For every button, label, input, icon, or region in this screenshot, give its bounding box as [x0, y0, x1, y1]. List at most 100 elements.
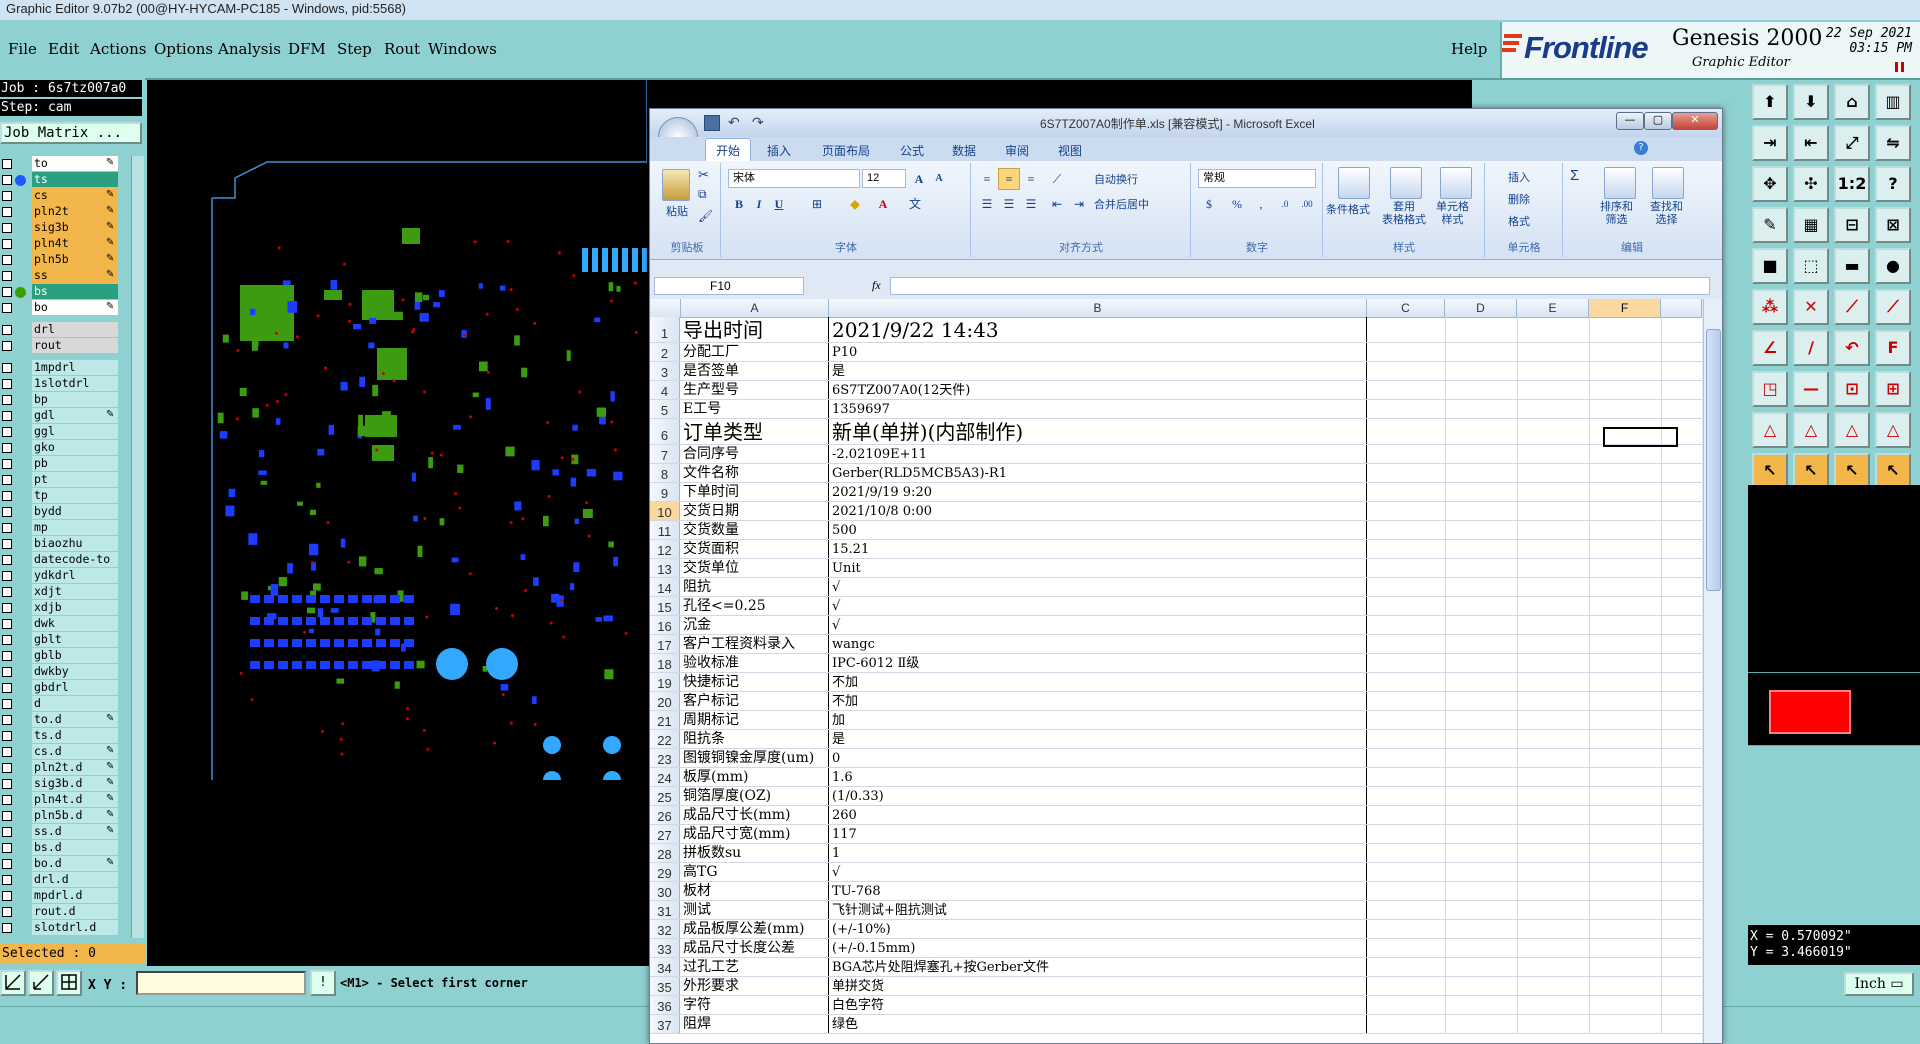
cell-value[interactable]: TU-768 — [829, 882, 1367, 900]
layer-checkbox[interactable] — [2, 811, 12, 821]
row-header[interactable]: 1 — [650, 317, 680, 342]
row-header[interactable]: 8 — [650, 464, 680, 482]
layer-row[interactable]: 1slotdrl — [0, 376, 118, 392]
row-header[interactable]: 33 — [650, 939, 680, 957]
layer-row[interactable]: ggl — [0, 424, 118, 440]
layer-checkbox[interactable] — [2, 271, 12, 281]
snap-tool-button[interactable] — [0, 970, 26, 996]
layer-list-scrollbar[interactable] — [131, 156, 144, 938]
currency-icon[interactable]: $ — [1198, 193, 1220, 215]
row-header[interactable]: 29 — [650, 863, 680, 881]
row-header[interactable]: 14 — [650, 578, 680, 596]
cell-label[interactable]: 过孔工艺 — [681, 958, 829, 976]
layer-name[interactable]: datecode-to — [32, 552, 118, 567]
menu-file[interactable]: File — [8, 40, 37, 58]
cell-label[interactable]: 交货面积 — [681, 540, 829, 558]
italic-button[interactable]: I — [748, 193, 770, 215]
layer-checkbox[interactable] — [2, 175, 12, 185]
cell-label[interactable]: 验收标准 — [681, 654, 829, 672]
job-matrix-button[interactable]: Job Matrix ... — [0, 122, 142, 144]
layer-checkbox[interactable] — [2, 379, 12, 389]
tab-view[interactable]: 视图 — [1058, 142, 1082, 159]
conditional-format-icon[interactable] — [1338, 167, 1370, 199]
align-right-icon[interactable]: ☰ — [1020, 193, 1042, 215]
layer-name[interactable]: bs.d — [32, 840, 118, 855]
column-header-e[interactable]: E — [1517, 299, 1589, 317]
layer-name[interactable]: bydd — [32, 504, 118, 519]
select-tool-button[interactable]: ■ — [1752, 248, 1788, 284]
cell-label[interactable]: 客户标记 — [681, 692, 829, 710]
cell-label[interactable]: 图镀铜镍金厚度(um) — [681, 749, 829, 767]
cell-value[interactable]: -2.02109E+11 — [829, 445, 1367, 463]
layer-row[interactable]: ss ✎ — [0, 268, 118, 284]
pointer-a-tool-button[interactable]: ↖ — [1752, 453, 1788, 489]
layer-row[interactable]: xdjb — [0, 600, 118, 616]
row-header[interactable]: 2 — [650, 343, 680, 361]
layer-checkbox[interactable] — [2, 859, 12, 869]
layer-checkbox[interactable] — [2, 731, 12, 741]
layer-name[interactable]: dwk — [32, 616, 118, 631]
minimize-button[interactable]: — — [1616, 112, 1644, 130]
select-all-corner[interactable] — [650, 299, 681, 317]
grid-toggle-tool-button[interactable]: ▦ — [1793, 207, 1829, 243]
layer-checkbox[interactable] — [2, 683, 12, 693]
cell-value[interactable]: 2021/10/8 0:00 — [829, 502, 1367, 520]
row-header[interactable]: 37 — [650, 1015, 680, 1033]
flip-tool-button[interactable]: ⇋ — [1875, 125, 1911, 161]
layer-row[interactable]: pb — [0, 456, 118, 472]
layer-checkbox[interactable] — [2, 287, 12, 297]
layer-row[interactable]: mpdrl.d — [0, 888, 118, 904]
menu-actions[interactable]: Actions — [90, 40, 146, 58]
decrease-decimal-icon[interactable]: .00 — [1296, 193, 1318, 215]
polygon-c-tool-button[interactable]: △ — [1834, 412, 1870, 448]
cell-label[interactable]: 成品板厚公差(mm) — [681, 920, 829, 938]
layer-name[interactable]: 1mpdrl — [32, 360, 118, 375]
pause-icon[interactable] — [1895, 62, 1898, 72]
cell-label[interactable]: 导出时间 — [681, 317, 829, 342]
layer-name[interactable]: gko — [32, 440, 118, 455]
cell-label[interactable]: 阻抗 — [681, 578, 829, 596]
row-header[interactable]: 19 — [650, 673, 680, 691]
layer-row[interactable]: biaozhu — [0, 536, 118, 552]
layer-checkbox[interactable] — [2, 303, 12, 313]
cut-icon[interactable]: ✂ — [698, 167, 709, 183]
cell-value[interactable]: (1/0.33) — [829, 787, 1367, 805]
column-header-c[interactable]: C — [1367, 299, 1445, 317]
cell-label[interactable]: 合同序号 — [681, 445, 829, 463]
layer-checkbox[interactable] — [2, 443, 12, 453]
cell-value[interactable]: 是 — [829, 362, 1367, 380]
layer-checkbox[interactable] — [2, 875, 12, 885]
cell-value[interactable]: 加 — [829, 711, 1367, 729]
cell-label[interactable]: 成品尺寸宽(mm) — [681, 825, 829, 843]
copy-tool-button[interactable]: ⊞ — [1875, 371, 1911, 407]
angle-tool-button[interactable]: ∠ — [1752, 330, 1788, 366]
fx-icon[interactable]: fx — [872, 278, 881, 293]
percent-icon[interactable]: % — [1226, 193, 1248, 215]
layer-row[interactable]: pln2t ✎ — [0, 204, 118, 220]
cell-label[interactable]: 高TG — [681, 863, 829, 881]
row-header[interactable]: 9 — [650, 483, 680, 501]
menu-step[interactable]: Step — [337, 40, 372, 58]
layer-name[interactable]: ydkdrl — [32, 568, 118, 583]
layer-name[interactable]: biaozhu — [32, 536, 118, 551]
row-header[interactable]: 24 — [650, 768, 680, 786]
align-bottom-icon[interactable]: ≡ — [1020, 168, 1042, 190]
format-painter-icon[interactable]: 🖌 — [698, 209, 713, 223]
layer-checkbox[interactable] — [2, 923, 12, 933]
cell-value[interactable]: 260 — [829, 806, 1367, 824]
row-header[interactable]: 26 — [650, 806, 680, 824]
layer-row[interactable]: gdl ✎ — [0, 408, 118, 424]
sort-filter-icon[interactable] — [1604, 167, 1636, 199]
layer-checkbox[interactable] — [2, 239, 12, 249]
layer-name[interactable]: ts.d — [32, 728, 118, 743]
layer-checkbox[interactable] — [2, 411, 12, 421]
polygon-b-tool-button[interactable]: △ — [1793, 412, 1829, 448]
line-node-tool-button[interactable]: ⟋ — [1834, 289, 1870, 325]
menu-help[interactable]: Help — [1451, 40, 1487, 58]
row-header[interactable]: 35 — [650, 977, 680, 995]
cell-value[interactable]: 1359697 — [829, 400, 1367, 418]
layer-checkbox[interactable] — [2, 651, 12, 661]
layer-row[interactable]: cs.d ✎ — [0, 744, 118, 760]
panel-tool-button[interactable]: ▥ — [1875, 84, 1911, 120]
layer-checkbox[interactable] — [2, 779, 12, 789]
